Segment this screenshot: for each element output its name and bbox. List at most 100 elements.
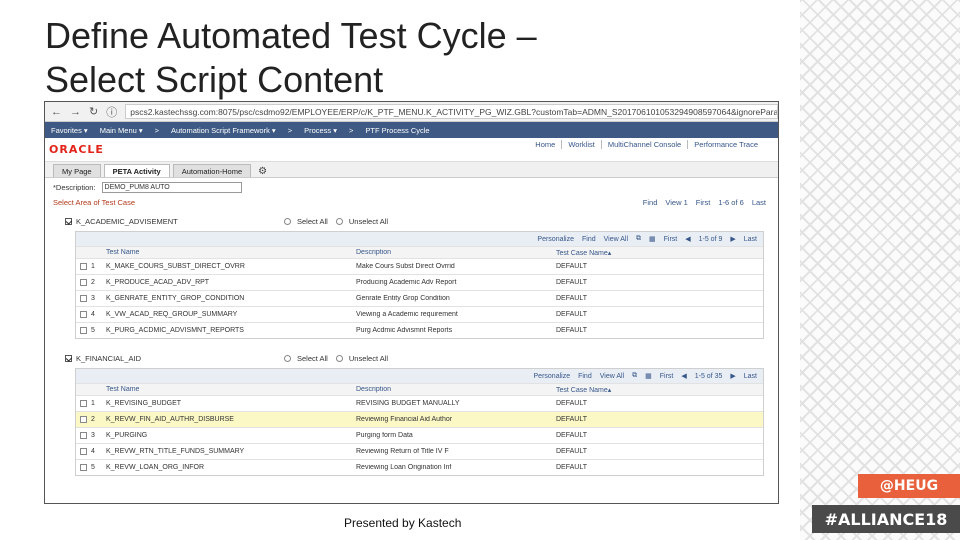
area-find-link[interactable]: Find: [643, 198, 658, 207]
group-header: K_FINANCIAL_AID Select All Unselect All: [65, 351, 770, 365]
unselect-all-label: Unselect All: [348, 216, 389, 226]
range-text: 1-5 of 35: [694, 372, 723, 380]
select-all-radio[interactable]: [284, 354, 291, 362]
row-number: 4: [91, 311, 95, 318]
menu-favorites[interactable]: Favorites ▾: [51, 126, 88, 135]
grid-header-row: Test Name Description Test Case Name▴: [76, 246, 763, 258]
test-description: Reviewing Return of Title IV F: [356, 448, 449, 455]
row-checkbox[interactable]: [80, 416, 87, 423]
view-all-link[interactable]: View All: [600, 373, 624, 380]
unselect-all-radio[interactable]: [335, 354, 343, 362]
row-checkbox[interactable]: [80, 279, 87, 286]
table-row: 4 K_VW_ACAD_REQ_GROUP_SUMMARY Viewing a …: [76, 306, 763, 322]
back-icon[interactable]: ←: [51, 106, 62, 118]
group-checkbox[interactable]: [65, 354, 72, 362]
test-name: K_REVW_RTN_TITLE_FUNDS_SUMMARY: [106, 448, 245, 455]
group-header: K_ACADEMIC_ADVISEMENT Select All Unselec…: [65, 214, 770, 228]
row-checkbox[interactable]: [80, 327, 87, 334]
breadcrumb-sep: >: [349, 125, 354, 135]
row-number: 3: [91, 295, 95, 302]
unselect-all-radio[interactable]: [335, 217, 343, 225]
col-description[interactable]: Description: [356, 249, 556, 256]
test-case-name: DEFAULT: [556, 295, 587, 302]
test-case-name: DEFAULT: [556, 416, 587, 423]
test-description: Make Cours Subst Direct Ovrrid: [356, 263, 455, 270]
gear-icon[interactable]: ⚙: [258, 166, 267, 177]
grid-icon[interactable]: ▦: [645, 372, 652, 380]
group-checkbox[interactable]: [65, 217, 72, 225]
menu-process[interactable]: Process ▾: [304, 126, 337, 135]
link-worklist[interactable]: Worklist: [562, 140, 602, 149]
test-name: K_PURGING: [106, 432, 148, 439]
oracle-logo: ORACLE: [49, 143, 104, 156]
row-checkbox[interactable]: [80, 311, 87, 318]
tab-automation-home[interactable]: Automation-Home: [172, 164, 252, 177]
table-row: 1 K_REVISING_BUDGET REVISING BUDGET MANU…: [76, 395, 763, 411]
row-number: 3: [91, 432, 95, 439]
area-nav: Find View 1 First 1-6 of 6 Last: [643, 198, 766, 207]
tab-my-page[interactable]: My Page: [53, 164, 101, 177]
info-icon: ⓘ: [106, 106, 118, 119]
prev-icon[interactable]: ◀: [681, 372, 686, 380]
area-view-link[interactable]: View 1: [665, 198, 687, 207]
view-all-link[interactable]: View All: [604, 236, 628, 243]
menu-main-menu[interactable]: Main Menu ▾: [100, 126, 143, 135]
find-link[interactable]: Find: [578, 373, 592, 380]
first-link[interactable]: First: [664, 236, 678, 243]
area-label: Select Area of Test Case: [53, 197, 135, 207]
url-field[interactable]: pscs2.kastechssg.com:8075/psc/csdmo92/EM…: [125, 104, 778, 119]
next-icon[interactable]: ▶: [730, 372, 735, 380]
personalize-link[interactable]: Personalize: [534, 373, 571, 380]
row-checkbox[interactable]: [80, 448, 87, 455]
table-row: 3 K_PURGING Purging form Data DEFAULT: [76, 427, 763, 443]
grid-icon[interactable]: ▦: [649, 235, 656, 243]
test-name: K_REVW_LOAN_ORG_INFOR: [106, 464, 205, 471]
tab-peta-activity[interactable]: PETA Activity: [103, 164, 170, 177]
select-all-radio[interactable]: [284, 217, 291, 225]
test-name: K_MAKE_COURS_SUBST_DIRECT_OVRR: [106, 263, 245, 270]
tab-bar: My Page PETA Activity Automation-Home ⚙: [45, 162, 778, 178]
find-link[interactable]: Find: [582, 236, 596, 243]
row-number: 5: [91, 464, 95, 471]
first-link[interactable]: First: [660, 373, 674, 380]
menu-ptf-process-cycle[interactable]: PTF Process Cycle: [365, 126, 429, 135]
col-description[interactable]: Description: [356, 386, 556, 393]
col-test-name[interactable]: Test Name: [106, 386, 356, 393]
area-first-link[interactable]: First: [696, 198, 711, 207]
zoom-icon[interactable]: ⧉: [632, 372, 637, 380]
refresh-icon[interactable]: ↻: [89, 105, 98, 118]
table-row: 4 K_REVW_RTN_TITLE_FUNDS_SUMMARY Reviewi…: [76, 443, 763, 459]
area-last-link[interactable]: Last: [752, 198, 766, 207]
link-performance-trace[interactable]: Performance Trace: [688, 140, 764, 149]
test-name: K_PRODUCE_ACAD_ADV_RPT: [106, 279, 210, 286]
test-name: K_PURG_ACDMIC_ADVISMNT_REPORTS: [106, 327, 244, 334]
last-link[interactable]: Last: [744, 236, 757, 243]
col-test-name[interactable]: Test Name: [106, 249, 356, 256]
next-icon[interactable]: ▶: [730, 235, 735, 243]
last-link[interactable]: Last: [744, 373, 757, 380]
decorative-pattern: [800, 0, 960, 540]
select-all-label: Select All: [297, 216, 328, 226]
row-number: 4: [91, 448, 95, 455]
col-test-case-name[interactable]: Test Case Name▴: [556, 249, 763, 257]
test-case-name: DEFAULT: [556, 279, 587, 286]
test-grid: Personalize Find View All ⧉ ▦ First ◀ 1-…: [75, 231, 764, 339]
row-checkbox[interactable]: [80, 464, 87, 471]
row-checkbox[interactable]: [80, 295, 87, 302]
browser-address-bar: ← → ↻ ⓘ pscs2.kastechssg.com:8075/psc/cs…: [45, 102, 778, 122]
prev-icon[interactable]: ◀: [685, 235, 690, 243]
link-home[interactable]: Home: [529, 140, 563, 149]
menu-automation-script-framework[interactable]: Automation Script Framework ▾: [171, 126, 276, 135]
forward-icon[interactable]: →: [70, 106, 81, 118]
row-checkbox[interactable]: [80, 263, 87, 270]
description-input[interactable]: DEMO_PUM8 AUTO: [101, 181, 242, 193]
link-multichannel-console[interactable]: MultiChannel Console: [602, 140, 689, 149]
personalize-link[interactable]: Personalize: [537, 236, 574, 243]
row-checkbox[interactable]: [80, 400, 87, 407]
test-name: K_GENRATE_ENTITY_GROP_CONDITION: [106, 295, 245, 302]
col-test-case-name[interactable]: Test Case Name▴: [556, 386, 763, 394]
footer-text: Presented by Kastech: [344, 516, 462, 530]
table-row: 1 K_MAKE_COURS_SUBST_DIRECT_OVRR Make Co…: [76, 258, 763, 274]
row-checkbox[interactable]: [80, 432, 87, 439]
zoom-icon[interactable]: ⧉: [636, 235, 641, 243]
